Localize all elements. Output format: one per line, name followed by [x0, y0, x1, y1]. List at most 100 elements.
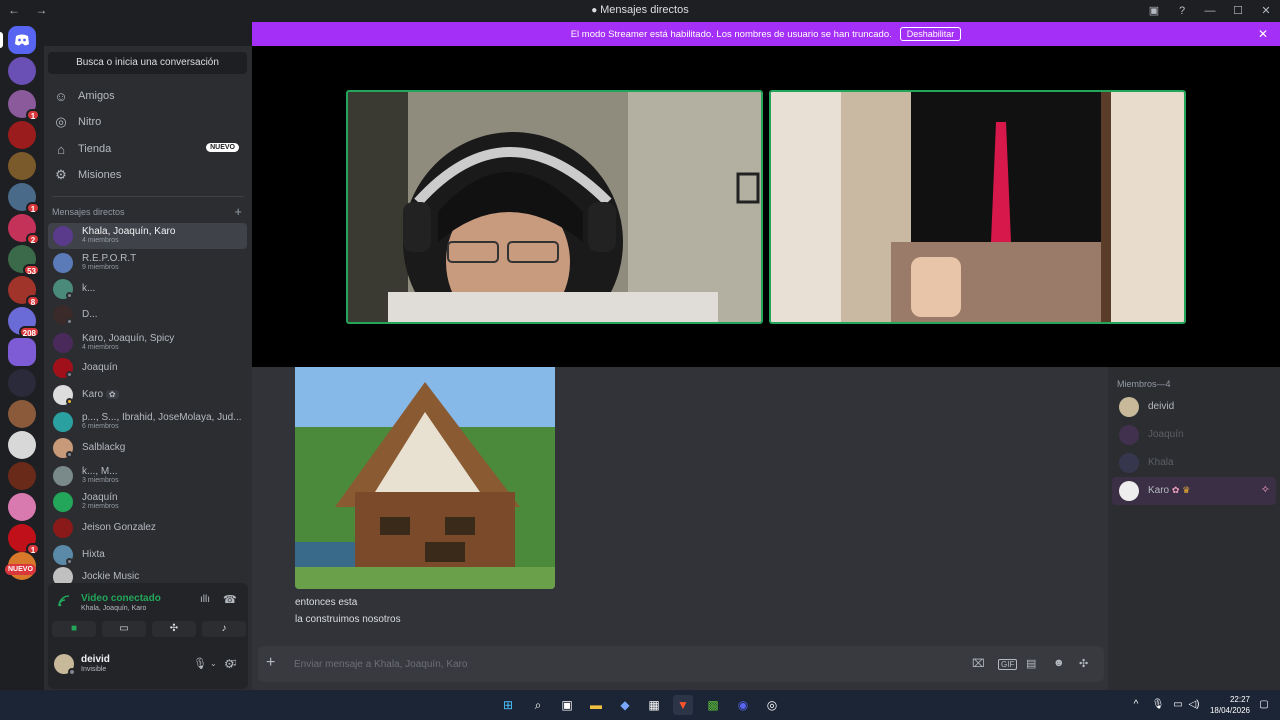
server-icon[interactable] — [8, 152, 36, 180]
video-tile[interactable] — [769, 90, 1186, 324]
dm-sub: 2 miembros — [82, 503, 119, 510]
dm-item[interactable]: Jeison Gonzalez — [48, 515, 247, 541]
member-item[interactable]: Khala — [1112, 449, 1276, 477]
server-rail: 1 1 2 53 8 208 1 NUEVO — [0, 22, 44, 690]
server-icon[interactable] — [8, 121, 36, 149]
soundboard-button[interactable]: ♪ — [202, 621, 246, 637]
clock-date: 18/04/2026 — [1209, 706, 1250, 715]
gift-icon[interactable]: ⌧ — [972, 657, 985, 670]
disconnect-icon[interactable]: ☎ — [223, 593, 237, 606]
tray-chevron-up-icon[interactable]: ^ — [1126, 695, 1146, 715]
emoji-icon[interactable]: ☻ — [1053, 657, 1065, 669]
dm-sub: 4 miembros — [82, 344, 119, 351]
dm-item[interactable]: Salblackg — [48, 435, 247, 461]
username[interactable]: deivid — [81, 654, 110, 665]
shop-icon: ⌂ — [57, 141, 65, 157]
close-button[interactable]: ✕ — [1252, 0, 1280, 22]
nav-nitro[interactable]: ◎ Nitro — [48, 109, 247, 135]
dm-item[interactable]: p..., S..., Ibrahid, JoseMolaya, Jud... 6… — [48, 409, 247, 435]
add-attachment-icon[interactable]: + — [266, 654, 275, 672]
task-view-icon[interactable]: ▣ — [557, 695, 577, 715]
server-icon[interactable]: 208 — [8, 307, 40, 338]
file-explorer-icon[interactable]: ▬ — [586, 695, 606, 715]
dm-item[interactable]: R.E.P.O.R.T 9 miembros — [48, 250, 247, 276]
brave-browser-icon[interactable]: ▼ — [673, 695, 693, 715]
member-item[interactable]: Joaquín — [1112, 421, 1276, 449]
server-icon[interactable]: 1 — [8, 524, 40, 555]
attachment-image[interactable] — [295, 367, 555, 589]
create-dm-icon[interactable]: + — [234, 204, 242, 219]
apps-icon[interactable]: ✣ — [1079, 657, 1088, 670]
nav-shop[interactable]: ⌂ Tienda NUEVO — [48, 136, 247, 162]
help-icon[interactable]: ? — [1168, 0, 1196, 22]
user-status: Invisible — [81, 666, 107, 673]
discord-taskbar-icon[interactable]: ◉ — [733, 695, 753, 715]
server-icon[interactable]: 2 — [8, 214, 40, 245]
dm-item[interactable]: Joaquín — [48, 355, 247, 381]
sticker-icon[interactable]: ▤ — [1026, 657, 1036, 670]
notification-icon[interactable]: ▢ — [1254, 695, 1274, 715]
server-icon[interactable]: 8 — [8, 276, 40, 307]
server-icon[interactable] — [8, 431, 36, 459]
close-icon[interactable]: ✕ — [1258, 27, 1268, 41]
minimize-button[interactable]: — — [1196, 0, 1224, 22]
status-dot — [66, 371, 73, 378]
search-icon[interactable]: ⌕ — [528, 695, 548, 715]
dm-item[interactable]: k..., M... 3 miembros — [48, 463, 247, 489]
microphone-icon[interactable]: 🎙 — [193, 657, 207, 670]
chevron-down-icon[interactable]: ⌄ — [210, 659, 217, 668]
system-clock[interactable]: 22:27 18/04/2026 — [1210, 694, 1250, 716]
home-button[interactable] — [8, 26, 36, 54]
server-icon[interactable] — [8, 338, 36, 366]
server-icon[interactable]: 1 — [8, 183, 40, 214]
server-icon[interactable] — [8, 57, 36, 85]
server-icon[interactable]: 53 — [8, 245, 40, 276]
new-badge: NUEVO — [5, 564, 36, 575]
dm-item[interactable]: Karo ✿ — [48, 382, 247, 408]
chat-area: entonces esta la construimos nosotros + … — [252, 367, 1112, 690]
microphone-tray-icon[interactable]: 🎙 — [1148, 695, 1168, 715]
minecraft-icon[interactable]: ▩ — [703, 695, 723, 715]
dm-item[interactable]: D... — [48, 302, 247, 328]
dm-item[interactable]: Joaquín 2 miembros — [48, 489, 247, 515]
member-item[interactable]: Karo ✿ ♛ ✧ — [1112, 477, 1276, 505]
avatar — [53, 412, 73, 432]
nav-quests[interactable]: ⚙ Misiones — [48, 162, 247, 188]
screen-share-button[interactable]: ▭ — [102, 621, 146, 637]
member-item[interactable]: deivid — [1112, 393, 1276, 421]
settings-gear-icon[interactable]: ⚙ — [224, 657, 235, 671]
server-icon[interactable] — [8, 369, 36, 397]
noise-suppression-icon[interactable]: ıllı — [200, 594, 210, 605]
nav-friends[interactable]: ☺ Amigos — [48, 83, 247, 109]
search-conversation-button[interactable]: Busca o inicia una conversación — [48, 52, 247, 74]
dm-name: Jeison Gonzalez — [82, 522, 156, 533]
dm-sidebar: Busca o inicia una conversación ☺ Amigos … — [44, 46, 252, 690]
flower-icon: ✿ — [1171, 485, 1180, 495]
camera-button[interactable]: ■ — [52, 621, 96, 637]
dm-item[interactable]: k... — [48, 276, 247, 302]
inbox-icon[interactable]: ▣ — [1140, 0, 1168, 22]
signal-icon — [58, 595, 70, 610]
unread-badge: 2 — [26, 233, 40, 245]
maximize-button[interactable]: ☐ — [1224, 0, 1252, 22]
voice-status-title[interactable]: Video conectado — [81, 593, 161, 604]
start-icon[interactable]: ⊞ — [498, 695, 518, 715]
activities-button[interactable]: ✣ — [152, 621, 196, 637]
message-input[interactable]: Enviar mensaje a Khala, Joaquín, Karo — [294, 659, 467, 670]
server-icon[interactable] — [8, 400, 36, 428]
steam-icon[interactable]: ◎ — [762, 695, 782, 715]
server-icon[interactable]: 1 — [8, 90, 40, 121]
store-icon[interactable]: ▦ — [644, 695, 664, 715]
server-icon[interactable] — [8, 493, 36, 521]
gif-icon[interactable]: GIF — [998, 659, 1018, 670]
dm-sub: 3 miembros — [82, 477, 119, 484]
volume-icon[interactable]: ◁) — [1184, 695, 1204, 715]
dm-name: Hixta — [82, 549, 105, 560]
video-tile[interactable] — [346, 90, 763, 324]
server-icon[interactable] — [8, 462, 36, 490]
copilot-icon[interactable]: ◆ — [615, 695, 635, 715]
disable-streamer-button[interactable]: Deshabilitar — [899, 27, 962, 41]
dm-item[interactable]: Khala, Joaquín, Karo 4 miembros — [48, 223, 247, 249]
dm-name: Salblackg — [82, 442, 126, 453]
dm-item[interactable]: Karo, Joaquín, Spicy 4 miembros — [48, 330, 247, 356]
